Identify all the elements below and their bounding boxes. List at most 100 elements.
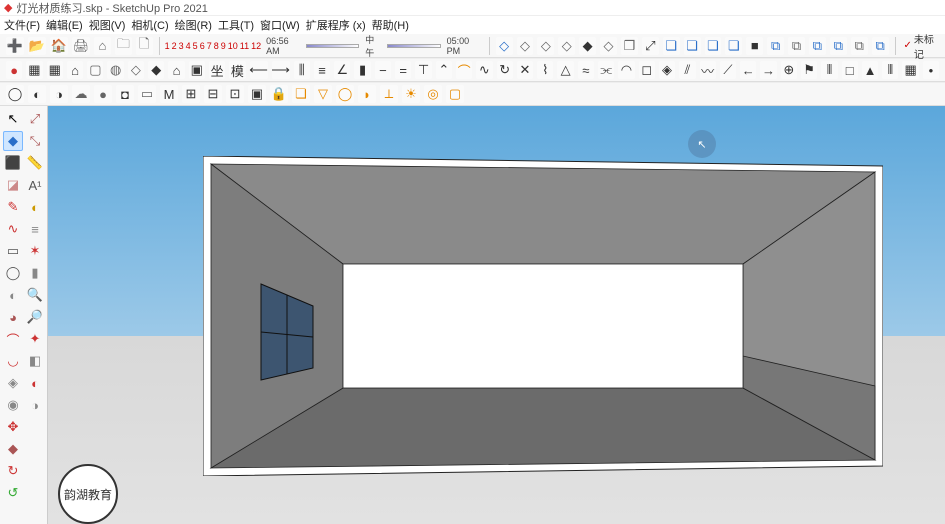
slash-icon[interactable]: ⫽	[679, 61, 695, 79]
shape3-icon[interactable]: ◗	[358, 85, 376, 103]
menu-tools[interactable]: 工具(T)	[218, 17, 254, 33]
rotate2-icon[interactable]: ↺	[3, 483, 23, 503]
diamond4-icon[interactable]: ◇	[558, 37, 575, 55]
top-icon[interactable]: ▣	[189, 61, 205, 79]
window4-icon[interactable]: ▣	[248, 85, 266, 103]
cube2-icon[interactable]: ❏	[684, 37, 701, 55]
offset-icon[interactable]: ◉	[3, 395, 23, 415]
folder-icon[interactable]: 🗀	[115, 37, 132, 55]
refresh-icon[interactable]: ↻	[497, 61, 513, 79]
flag-icon[interactable]: ⚑	[801, 61, 817, 79]
copy2-icon[interactable]: ⧉	[788, 37, 805, 55]
red-dot-icon[interactable]: ●	[6, 61, 22, 79]
time-slider-2[interactable]	[387, 44, 440, 48]
box2-icon[interactable]: ▢	[446, 85, 464, 103]
tape-tool-icon[interactable]: 📏	[25, 153, 45, 173]
untagged-dropdown[interactable]: 未标记	[904, 31, 942, 61]
m-icon[interactable]: M	[160, 85, 178, 103]
arrow-diag-icon[interactable]: ⤢	[642, 37, 659, 55]
cross-icon[interactable]: ✕	[517, 61, 533, 79]
scale-tool-icon[interactable]: ⤢	[25, 109, 45, 129]
angle-icon[interactable]: ∠	[334, 61, 350, 79]
freehand-icon[interactable]: ∿	[3, 219, 23, 239]
timeline-month[interactable]: 5	[193, 41, 198, 51]
box-icon[interactable]: ◻	[639, 61, 655, 79]
zoom-tool-icon[interactable]: 🔎	[25, 307, 45, 327]
print-icon[interactable]: 🖨	[72, 37, 90, 55]
walk-tool-icon[interactable]: ◐	[25, 373, 45, 393]
arrow-left-icon[interactable]: ⟵	[250, 61, 268, 79]
new-file-icon[interactable]: ➕	[6, 37, 24, 55]
menu-window[interactable]: 窗口(W)	[260, 17, 300, 33]
lines-icon[interactable]: ≡	[314, 61, 330, 79]
minus-icon[interactable]: −	[375, 61, 391, 79]
timeline-month[interactable]: 2	[172, 41, 177, 51]
viewport[interactable]: ↖ 韵湖教育	[48, 106, 945, 524]
menu-file[interactable]: 文件(F)	[4, 17, 40, 33]
curve1-icon[interactable]: ⌒	[456, 61, 472, 79]
pie-icon[interactable]: ◕	[3, 307, 23, 327]
timeline-month[interactable]: 6	[200, 41, 205, 51]
cube4-icon[interactable]: ❏	[725, 37, 742, 55]
timeline-month[interactable]: 9	[221, 41, 226, 51]
orbit-tool-icon[interactable]: 🔍	[25, 285, 45, 305]
kanji2-icon[interactable]: 模	[229, 61, 245, 79]
shape1-icon[interactable]: ▽	[314, 85, 332, 103]
diamond8-icon[interactable]: ◆	[148, 61, 164, 79]
menu-camera[interactable]: 相机(C)	[131, 17, 168, 33]
timeline-month[interactable]: 3	[179, 41, 184, 51]
dot-icon[interactable]: •	[923, 61, 939, 79]
text-tool-icon[interactable]: A¹	[25, 175, 45, 195]
diamond1-icon[interactable]: ◇	[496, 37, 513, 55]
line-tool-icon[interactable]: ✎	[3, 197, 23, 217]
circle1-icon[interactable]: ◯	[6, 85, 24, 103]
teapot2-icon[interactable]: ◑	[50, 85, 68, 103]
link-icon[interactable]: ⫘	[598, 61, 614, 79]
page-icon[interactable]: 🗋	[136, 37, 153, 55]
cube3-icon[interactable]: ❏	[705, 37, 722, 55]
scale2-icon[interactable]: ⤡	[25, 131, 45, 151]
section-icon[interactable]: ◧	[25, 351, 45, 371]
eraser2-icon[interactable]: ◪	[3, 175, 23, 195]
curve2-icon[interactable]: ∿	[476, 61, 492, 79]
layers-icon[interactable]: ❏	[292, 85, 310, 103]
square-icon[interactable]: □	[842, 61, 858, 79]
lock-icon[interactable]: 🔒	[270, 85, 288, 103]
diamond9-icon[interactable]: ◈	[659, 61, 675, 79]
grid1-icon[interactable]: ▦	[26, 61, 42, 79]
house2-icon[interactable]: ⌂	[67, 61, 83, 79]
cube1-icon[interactable]: ❏	[663, 37, 680, 55]
rect-tool-icon[interactable]: ▭	[3, 241, 23, 261]
slash2-icon[interactable]: ⟋	[720, 61, 736, 79]
bars3-icon[interactable]: ⦀	[882, 61, 898, 79]
look-tool-icon[interactable]: ◑	[25, 395, 45, 415]
target-icon[interactable]: ⊕	[781, 61, 797, 79]
paint-tool-icon[interactable]: ▮	[25, 263, 45, 283]
house3-icon[interactable]: ⌂	[168, 61, 184, 79]
wave2-icon[interactable]: 〰	[700, 61, 716, 79]
diamond6-icon[interactable]: ◇	[600, 37, 617, 55]
arc2-icon[interactable]: ◡	[3, 351, 23, 371]
globe-icon[interactable]: ◍	[107, 61, 123, 79]
pushpull-icon[interactable]: ◈	[3, 373, 23, 393]
bars2-icon[interactable]: ⦀	[821, 61, 837, 79]
page2-icon[interactable]: ▢	[87, 61, 103, 79]
caret-up-icon[interactable]: ⌃	[436, 61, 452, 79]
timeline-month[interactable]: 1	[165, 41, 170, 51]
pan-tool-icon[interactable]: ✦	[25, 329, 45, 349]
house-icon[interactable]: ⌂	[94, 37, 111, 55]
copy1-icon[interactable]: ⧉	[767, 37, 784, 55]
timeline-month[interactable]: 10	[228, 41, 238, 51]
diamond2-icon[interactable]: ◇	[517, 37, 534, 55]
arrow-r2-icon[interactable]: →	[760, 61, 776, 79]
cloud-icon[interactable]: ☁	[72, 85, 90, 103]
zigzag-icon[interactable]: ⌇	[537, 61, 553, 79]
t-icon[interactable]: ⊤	[415, 61, 431, 79]
arrow-right-icon[interactable]: ⟶	[272, 61, 290, 79]
shape4-icon[interactable]: ⟂	[380, 85, 398, 103]
sun-icon[interactable]: ☀	[402, 85, 420, 103]
menu-help[interactable]: 帮助(H)	[372, 17, 409, 33]
timeline-month[interactable]: 12	[251, 41, 261, 51]
select-alt-icon[interactable]: ◆	[3, 131, 23, 151]
menu-extensions[interactable]: 扩展程序 (x)	[306, 17, 366, 33]
